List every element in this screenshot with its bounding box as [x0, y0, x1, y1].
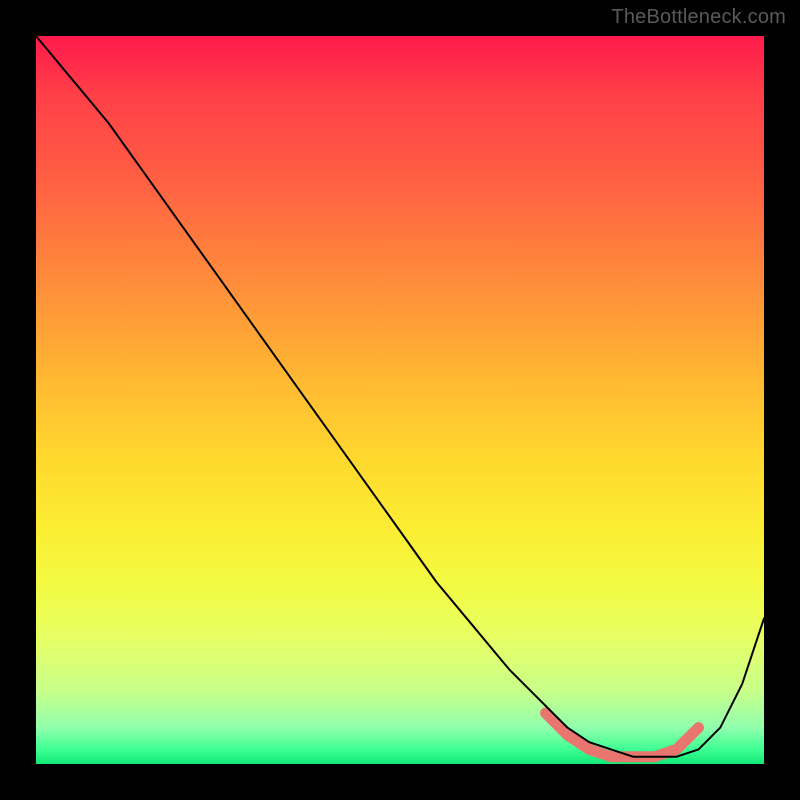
- plot-area: [36, 36, 764, 764]
- bottleneck-curve-line: [36, 36, 764, 757]
- chart-frame: TheBottleneck.com: [0, 0, 800, 800]
- watermark-text: TheBottleneck.com: [611, 6, 786, 29]
- chart-svg: [36, 36, 764, 764]
- optimal-zone-marker: [546, 713, 699, 757]
